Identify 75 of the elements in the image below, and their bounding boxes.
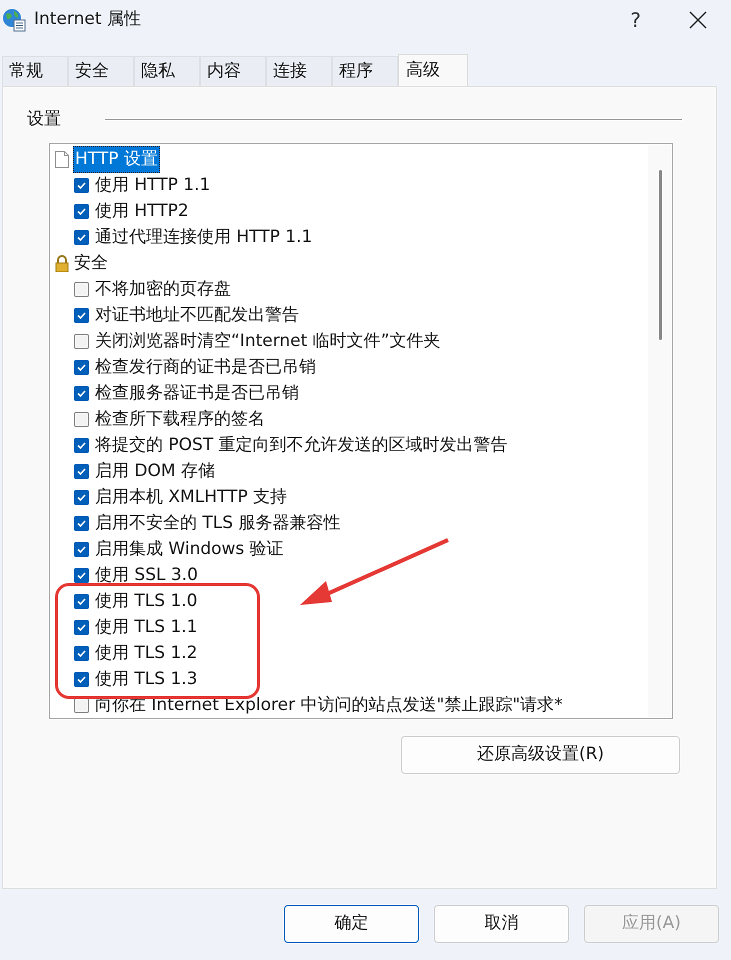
group-label: 设置 bbox=[27, 108, 61, 131]
dialog-button[interactable]: 取消 bbox=[434, 905, 569, 943]
close-icon[interactable] bbox=[689, 11, 707, 29]
checkbox[interactable] bbox=[74, 230, 89, 245]
checkbox[interactable] bbox=[74, 412, 89, 427]
setting-label: 检查服务器证书是否已吊销 bbox=[95, 382, 299, 405]
setting-label: 对证书地址不匹配发出警告 bbox=[95, 304, 299, 327]
tab[interactable]: 内容 bbox=[200, 56, 266, 86]
setting-label: 将提交的 POST 重定向到不允许发送的区域时发出警告 bbox=[95, 434, 508, 457]
checkmark-icon bbox=[76, 648, 87, 659]
checkbox[interactable] bbox=[74, 204, 89, 219]
checkbox[interactable] bbox=[74, 568, 89, 583]
help-button[interactable]: ? bbox=[630, 5, 641, 35]
setting-label: 启用集成 Windows 验证 bbox=[95, 538, 284, 561]
setting-label: 不将加密的页存盘 bbox=[95, 278, 231, 301]
checkbox[interactable] bbox=[74, 516, 89, 531]
checkmark-icon bbox=[76, 492, 87, 503]
setting-label: 关闭浏览器时清空“Internet 临时文件”文件夹 bbox=[95, 330, 441, 353]
category-item[interactable]: 安全 bbox=[73, 250, 109, 276]
checkmark-icon bbox=[76, 232, 87, 243]
tab[interactable]: 连接 bbox=[266, 56, 332, 86]
checkmark-icon bbox=[76, 440, 87, 451]
setting-label: 启用本机 XMLHTTP 支持 bbox=[95, 486, 288, 509]
reset-button[interactable]: 还原高级设置(R) bbox=[401, 736, 680, 774]
setting-label: 使用 TLS 1.0 bbox=[95, 590, 198, 613]
checkmark-icon bbox=[76, 596, 87, 607]
checkbox[interactable] bbox=[74, 282, 89, 297]
checkbox[interactable] bbox=[74, 360, 89, 375]
setting-label: 检查所下载程序的签名 bbox=[95, 408, 265, 431]
checkbox[interactable] bbox=[74, 542, 89, 557]
setting-label: 启用 DOM 存储 bbox=[95, 460, 215, 483]
checkbox[interactable] bbox=[74, 178, 89, 193]
checkmark-icon bbox=[76, 570, 87, 581]
lock-icon bbox=[55, 255, 69, 272]
setting-label: 检查发行商的证书是否已吊销 bbox=[95, 356, 316, 379]
scrollbar[interactable] bbox=[648, 144, 672, 718]
checkbox[interactable] bbox=[74, 698, 89, 713]
setting-label: 通过代理连接使用 HTTP 1.1 bbox=[95, 226, 312, 249]
checkbox[interactable] bbox=[74, 646, 89, 661]
checkmark-icon bbox=[76, 206, 87, 217]
checkmark-icon bbox=[76, 466, 87, 477]
checkbox[interactable] bbox=[74, 438, 89, 453]
checkmark-icon bbox=[76, 674, 87, 685]
checkbox[interactable] bbox=[74, 464, 89, 479]
checkmark-icon bbox=[76, 180, 87, 191]
checkmark-icon bbox=[76, 388, 87, 399]
checkbox[interactable] bbox=[74, 594, 89, 609]
checkmark-icon bbox=[76, 362, 87, 373]
dialog-button[interactable]: 确定 bbox=[284, 905, 419, 943]
checkbox[interactable] bbox=[74, 490, 89, 505]
checkbox[interactable] bbox=[74, 308, 89, 323]
tab[interactable]: 高级 bbox=[398, 54, 468, 86]
checkmark-icon bbox=[76, 310, 87, 321]
globe-document-icon bbox=[2, 8, 26, 32]
setting-label: 使用 TLS 1.1 bbox=[95, 616, 198, 639]
window-title: Internet 属性 bbox=[34, 8, 141, 32]
tab[interactable]: 安全 bbox=[68, 56, 134, 86]
checkbox[interactable] bbox=[74, 386, 89, 401]
tab[interactable]: 程序 bbox=[332, 56, 398, 86]
checkbox[interactable] bbox=[74, 334, 89, 349]
checkmark-icon bbox=[76, 518, 87, 529]
setting-label: 启用不安全的 TLS 服务器兼容性 bbox=[95, 512, 340, 535]
checkmark-icon bbox=[76, 544, 87, 555]
setting-label: 使用 SSL 3.0 bbox=[95, 564, 198, 587]
tab[interactable]: 隐私 bbox=[134, 56, 200, 86]
checkmark-icon bbox=[76, 622, 87, 633]
setting-label: 使用 HTTP 1.1 bbox=[95, 174, 210, 197]
setting-label: 使用 TLS 1.2 bbox=[95, 642, 198, 665]
tab[interactable]: 常规 bbox=[2, 56, 68, 86]
page-icon bbox=[55, 151, 69, 168]
setting-label: 使用 TLS 1.3 bbox=[95, 668, 198, 691]
category-item[interactable]: HTTP 设置 bbox=[73, 146, 160, 174]
checkbox[interactable] bbox=[74, 672, 89, 687]
setting-label: 使用 HTTP2 bbox=[95, 200, 189, 223]
checkbox[interactable] bbox=[74, 620, 89, 635]
